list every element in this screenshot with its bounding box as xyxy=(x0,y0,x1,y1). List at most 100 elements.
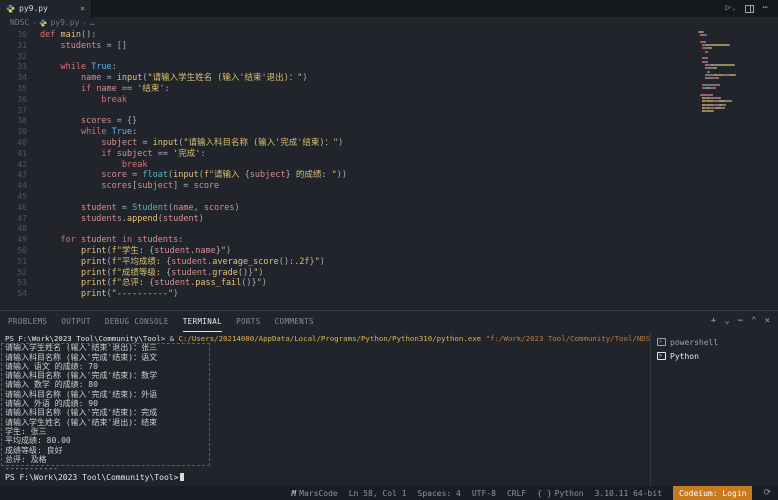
breadcrumb-file[interactable]: py9.py xyxy=(50,18,79,27)
code-text: name = input("请输入学生姓名 (输入'结束'退出)：") xyxy=(40,73,307,84)
code-line[interactable]: 46 student = Student(name, scores) xyxy=(0,203,778,214)
eol-item[interactable]: CRLF xyxy=(507,489,526,498)
line-number[interactable]: 35 xyxy=(0,84,40,95)
maximize-panel-icon[interactable]: ⌃ xyxy=(751,317,756,326)
split-editor-button[interactable] xyxy=(745,5,754,13)
code-line[interactable]: 54 print("----------") xyxy=(0,289,778,300)
indentation-item[interactable]: Spaces: 4 xyxy=(418,489,461,498)
code-line[interactable]: 34 name = input("请输入学生姓名 (输入'结束'退出)：") xyxy=(0,73,778,84)
code-line[interactable]: 35 if name == '结束': xyxy=(0,84,778,95)
terminal-session-python[interactable]: >Python xyxy=(657,349,778,363)
code-line[interactable]: 41 if subject == '完成': xyxy=(0,149,778,160)
breadcrumb-symbol[interactable]: … xyxy=(90,18,95,27)
line-number[interactable]: 50 xyxy=(0,246,40,257)
tab-py9[interactable]: py9.py × xyxy=(0,0,92,17)
line-number[interactable]: 32 xyxy=(0,52,40,63)
code-line[interactable]: 33 while True: xyxy=(0,62,778,73)
line-number[interactable]: 49 xyxy=(0,235,40,246)
code-text: print(f"平均成绩: {student.average_score():.… xyxy=(40,257,325,268)
terminal[interactable]: PS F:\Work\2023 Tool\Community\Tool> & C… xyxy=(0,332,650,486)
code-text: print("----------") xyxy=(40,289,178,300)
marscode-status-item[interactable]: MMarsCode xyxy=(291,489,337,498)
panel-tab-problems[interactable]: PROBLEMS xyxy=(8,311,47,332)
panel-tab-output[interactable]: OUTPUT xyxy=(61,311,91,332)
sync-icon[interactable]: ⟳ xyxy=(763,488,771,498)
line-number[interactable]: 38 xyxy=(0,116,40,127)
minimap-line xyxy=(698,109,748,112)
run-button[interactable]: ▷⌄ xyxy=(726,4,736,13)
python-interpreter-item[interactable]: 3.10.11 64-bit xyxy=(595,489,662,498)
panel-tabs: PROBLEMS OUTPUT DEBUG CONSOLE TERMINAL PORTS… xyxy=(8,311,314,332)
line-number[interactable]: 37 xyxy=(0,106,40,117)
code-text: if name == '结束': xyxy=(40,84,170,95)
line-number[interactable]: 46 xyxy=(0,203,40,214)
terminal-output-line: 请输入 数学 的成绩: 80 xyxy=(5,380,650,389)
code-line[interactable]: 45 xyxy=(0,192,778,203)
line-number[interactable]: 54 xyxy=(0,289,40,300)
code-line[interactable]: 43 score = float(input(f"请输入 {subject} 的… xyxy=(0,170,778,181)
new-terminal-icon[interactable]: + xyxy=(711,317,716,326)
close-panel-icon[interactable]: × xyxy=(765,317,770,326)
terminal-session-powershell[interactable]: >powershell xyxy=(657,335,778,349)
code-line[interactable]: 32 xyxy=(0,52,778,63)
breadcrumb-separator-icon: › xyxy=(82,19,86,27)
panel-tab-debug-console[interactable]: DEBUG CONSOLE xyxy=(105,311,169,332)
code-text: break xyxy=(40,95,127,106)
code-line[interactable]: 30def main(): xyxy=(0,30,778,41)
code-line[interactable]: 31 students = [] xyxy=(0,41,778,52)
terminal-output-line: 请输入科目名称 (输入'完成'结束)：数学 xyxy=(5,371,650,380)
code-line[interactable]: 52 print(f"成绩等级: {student.grade()}") xyxy=(0,268,778,279)
line-number[interactable]: 34 xyxy=(0,73,40,84)
line-number[interactable]: 48 xyxy=(0,224,40,235)
line-number[interactable]: 52 xyxy=(0,268,40,279)
terminal-icon: > xyxy=(657,338,666,346)
language-mode-item[interactable]: { }Python xyxy=(537,489,583,498)
code-line[interactable]: 50 print(f"学生: {student.name}") xyxy=(0,246,778,257)
status-bar: MMarsCode Ln 58, Col 1 Spaces: 4 UTF-8 C… xyxy=(0,486,778,500)
code-line[interactable]: 39 while True: xyxy=(0,127,778,138)
line-number[interactable]: 42 xyxy=(0,160,40,171)
code-line[interactable]: 49 for student in students: xyxy=(0,235,778,246)
line-number[interactable]: 45 xyxy=(0,192,40,203)
editor-toolbar: ▷⌄ ⋯ xyxy=(92,0,778,17)
breadcrumb-folder[interactable]: NDSC xyxy=(10,18,29,27)
code-editor[interactable]: 30def main():31 students = []3233 while … xyxy=(0,28,778,310)
minimap[interactable] xyxy=(698,30,748,112)
line-number[interactable]: 33 xyxy=(0,62,40,73)
panel-actions: + ⌄ ⋯ ⌃ × xyxy=(711,317,770,326)
code-line[interactable]: 51 print(f"平均成绩: {student.average_score(… xyxy=(0,257,778,268)
panel-tab-comments[interactable]: COMMENTS xyxy=(275,311,314,332)
line-number[interactable]: 53 xyxy=(0,278,40,289)
line-number[interactable]: 47 xyxy=(0,214,40,225)
line-number[interactable]: 51 xyxy=(0,257,40,268)
codeium-login-button[interactable]: Codeium: Login xyxy=(673,486,752,500)
line-number[interactable]: 44 xyxy=(0,181,40,192)
code-line[interactable]: 53 print(f"总评: {student.pass_fail()}") xyxy=(0,278,778,289)
panel-tab-ports[interactable]: PORTS xyxy=(236,311,261,332)
code-line[interactable]: 36 break xyxy=(0,95,778,106)
vscode-window: py9.py × ▷⌄ ⋯ NDSC › py9.py › … 30def ma… xyxy=(0,0,778,500)
line-number[interactable]: 43 xyxy=(0,170,40,181)
code-line[interactable]: 40 subject = input("请输入科目名称 (输入'完成'结束)："… xyxy=(0,138,778,149)
line-number[interactable]: 30 xyxy=(0,30,40,41)
code-line[interactable]: 48 xyxy=(0,224,778,235)
cursor-position-item[interactable]: Ln 58, Col 1 xyxy=(349,489,407,498)
line-number[interactable]: 39 xyxy=(0,127,40,138)
code-line[interactable]: 38 scores = {} xyxy=(0,116,778,127)
code-line[interactable]: 37 xyxy=(0,106,778,117)
code-lines: 30def main():31 students = []3233 while … xyxy=(0,30,778,300)
code-line[interactable]: 47 students.append(student) xyxy=(0,214,778,225)
line-number[interactable]: 40 xyxy=(0,138,40,149)
line-number[interactable]: 36 xyxy=(0,95,40,106)
panel-tab-terminal[interactable]: TERMINAL xyxy=(183,311,222,332)
line-number[interactable]: 41 xyxy=(0,149,40,160)
line-number[interactable]: 31 xyxy=(0,41,40,52)
panel-more-icon[interactable]: ⋯ xyxy=(738,317,743,326)
terminal-dropdown-icon[interactable]: ⌄ xyxy=(724,317,729,326)
more-actions-icon[interactable]: ⋯ xyxy=(763,4,768,13)
code-line[interactable]: 44 scores[subject] = score xyxy=(0,181,778,192)
code-line[interactable]: 42 break xyxy=(0,160,778,171)
tab-close-icon[interactable]: × xyxy=(80,4,85,13)
encoding-item[interactable]: UTF-8 xyxy=(472,489,496,498)
code-text: scores = {} xyxy=(40,116,137,127)
